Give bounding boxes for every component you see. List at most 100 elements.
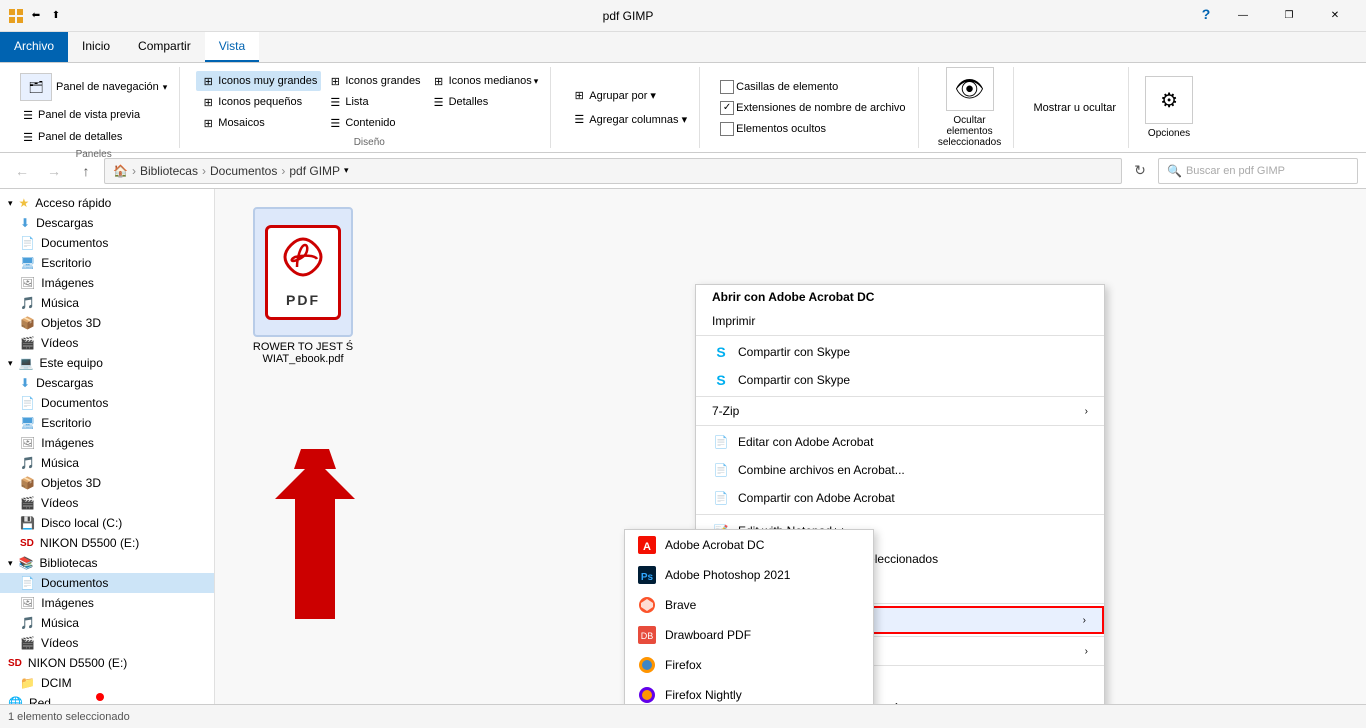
skype2-icon: S bbox=[712, 371, 730, 389]
minimize-btn[interactable]: — bbox=[1220, 0, 1266, 32]
agrupar-por-btn[interactable]: ⊞ Agrupar por ▾ bbox=[567, 86, 691, 106]
tab-archivo[interactable]: Archivo bbox=[0, 32, 68, 62]
submenu-drawboard[interactable]: DB Drawboard PDF bbox=[625, 620, 873, 650]
maximize-btn[interactable]: ❐ bbox=[1266, 0, 1312, 32]
panel-navegacion-btn[interactable]: 🗂 Panel de navegación ▾ bbox=[16, 71, 171, 103]
sidebar-item-docs-pc[interactable]: 📄 Documentos bbox=[0, 393, 214, 413]
agrupar-label: Agrupar por ▾ bbox=[589, 89, 656, 102]
ctx-combine[interactable]: 📄 Combine archivos en Acrobat... bbox=[696, 456, 1104, 484]
breadcrumb-libraries[interactable]: Bibliotecas bbox=[140, 164, 198, 178]
mostrar-ocultar-btn[interactable]: Mostrar u ocultar bbox=[1030, 98, 1121, 118]
ctx-imprimir[interactable]: Imprimir bbox=[696, 309, 1104, 333]
up-btn[interactable]: ↑ bbox=[72, 157, 100, 185]
panel-details-label: Panel de detalles bbox=[38, 131, 122, 143]
detalles-btn[interactable]: ☰ Detalles bbox=[427, 92, 543, 112]
mosaicos-btn[interactable]: ⊞ Mosaicos bbox=[196, 113, 321, 133]
lista-btn[interactable]: ☰ Lista bbox=[323, 92, 424, 112]
search-icon: 🔍 bbox=[1167, 164, 1182, 178]
submenu-firefox-nightly[interactable]: Firefox Nightly bbox=[625, 680, 873, 704]
ctx-sep4 bbox=[696, 514, 1104, 515]
submenu-acrobat-dc[interactable]: A Adobe Acrobat DC bbox=[625, 530, 873, 560]
iconos-pequenos-icon: ⊞ bbox=[200, 94, 216, 110]
brave-label: Brave bbox=[665, 598, 696, 612]
docs-pc-icon: 📄 bbox=[20, 396, 35, 410]
docs-label: Documentos bbox=[41, 236, 108, 250]
refresh-btn[interactable]: ↻ bbox=[1126, 157, 1154, 185]
close-btn[interactable]: ✕ bbox=[1312, 0, 1358, 32]
help-btn[interactable]: ? bbox=[1192, 0, 1220, 28]
photoshop-label: Adobe Photoshop 2021 bbox=[665, 568, 790, 582]
forward-btn[interactable]: → bbox=[40, 157, 68, 185]
submenu-brave[interactable]: Brave bbox=[625, 590, 873, 620]
photoshop-icon: Ps bbox=[637, 565, 657, 585]
iconos-grandes-btn[interactable]: ⊞ Iconos grandes bbox=[323, 71, 424, 91]
address-bar[interactable]: 🏠 › Bibliotecas › Documentos › pdf GIMP … bbox=[104, 158, 1122, 184]
breadcrumb-documents[interactable]: Documentos bbox=[210, 164, 277, 178]
sidebar-item-escritorio-quick[interactable]: 🖥 Escritorio bbox=[0, 253, 214, 273]
tab-compartir[interactable]: Compartir bbox=[124, 32, 205, 62]
abrir-acrobat-label: Abrir con Adobe Acrobat DC bbox=[712, 290, 874, 304]
sidebar-item-network[interactable]: 🌐 Red bbox=[0, 693, 214, 704]
sidebar-item-escritorio-pc[interactable]: 🖥 Escritorio bbox=[0, 413, 214, 433]
submenu-firefox[interactable]: Firefox bbox=[625, 650, 873, 680]
ctx-skype2[interactable]: S Compartir con Skype bbox=[696, 366, 1104, 394]
sidebar-item-images-lib[interactable]: 🖼 Imágenes bbox=[0, 593, 214, 613]
musica-pc-label: Música bbox=[41, 456, 79, 470]
file-item-pdf[interactable]: PDF ROWER TO JEST ŚWIAT_ebook.pdf bbox=[243, 207, 363, 365]
network-icon: 🌐 bbox=[8, 696, 23, 704]
contenido-btn[interactable]: ☰ Contenido bbox=[323, 113, 424, 133]
ctx-skype1[interactable]: S Compartir con Skype bbox=[696, 338, 1104, 366]
sidebar-item-documents-lib[interactable]: 📄 Documentos bbox=[0, 573, 214, 593]
breadcrumb-current[interactable]: pdf GIMP bbox=[289, 164, 340, 178]
pdf-adobe-symbol bbox=[283, 237, 323, 292]
sidebar-item-nikon1[interactable]: SD NIKON D5500 (E:) bbox=[0, 533, 214, 553]
sidebar-item-musica-quick[interactable]: 🎵 Música bbox=[0, 293, 214, 313]
sidebar-item-nikon2[interactable]: SD NIKON D5500 (E:) bbox=[0, 653, 214, 673]
back-btn[interactable]: ← bbox=[8, 157, 36, 185]
sidebar-item-videos-lib[interactable]: 🎬 Vídeos bbox=[0, 633, 214, 653]
quick-access-label: Acceso rápido bbox=[35, 196, 111, 210]
ctx-editar-acrobat[interactable]: 📄 Editar con Adobe Acrobat bbox=[696, 428, 1104, 456]
sidebar-item-musica-pc[interactable]: 🎵 Música bbox=[0, 453, 214, 473]
ctx-abrir-acrobat[interactable]: Abrir con Adobe Acrobat DC bbox=[696, 285, 1104, 309]
ctx-compartir-acrobat[interactable]: 📄 Compartir con Adobe Acrobat bbox=[696, 484, 1104, 512]
opciones-btn[interactable]: ⚙ bbox=[1145, 76, 1193, 124]
sidebar-item-videos-quick[interactable]: 🎬 Vídeos bbox=[0, 333, 214, 353]
compartir-acrobat-icon: 📄 bbox=[712, 489, 730, 507]
conceder-arrow: › bbox=[1085, 646, 1088, 657]
sidebar-item-imagenes-pc[interactable]: 🖼 Imágenes bbox=[0, 433, 214, 453]
tab-inicio[interactable]: Inicio bbox=[68, 32, 124, 62]
sidebar-item-imagenes-quick[interactable]: 🖼 Imágenes bbox=[0, 273, 214, 293]
ctx-7zip[interactable]: 7-Zip › bbox=[696, 399, 1104, 423]
sidebar-item-este-equipo[interactable]: ▾ 💻 Este equipo bbox=[0, 353, 214, 373]
agregar-columnas-btn[interactable]: ☰ Agregar columnas ▾ bbox=[567, 110, 691, 130]
iconos-muy-grandes-btn[interactable]: ⊞ Iconos muy grandes bbox=[196, 71, 321, 91]
elementos-ocultos-btn[interactable]: Elementos ocultos bbox=[716, 120, 909, 138]
ocultar-seleccionados-btn[interactable]: 👁 bbox=[946, 67, 994, 111]
panel-vista-previa-btn[interactable]: ☰ Panel de vista previa bbox=[16, 105, 171, 125]
casillas-btn[interactable]: Casillas de elemento bbox=[716, 78, 909, 96]
sidebar-item-descargas-pc[interactable]: ⬇ Descargas bbox=[0, 373, 214, 393]
tab-vista[interactable]: Vista bbox=[205, 32, 259, 62]
extensiones-label: Extensiones de nombre de archivo bbox=[736, 102, 905, 114]
sidebar-item-bibliotecas[interactable]: ▾ 📚 Bibliotecas bbox=[0, 553, 214, 573]
sidebar-item-music-lib[interactable]: 🎵 Música bbox=[0, 613, 214, 633]
iconos-pequenos-btn[interactable]: ⊞ Iconos pequeños bbox=[196, 92, 321, 112]
sidebar-item-docs-quick[interactable]: 📄 Documentos bbox=[0, 233, 214, 253]
sidebar-item-videos-pc[interactable]: 🎬 Vídeos bbox=[0, 493, 214, 513]
iconos-grandes-icon: ⊞ bbox=[200, 73, 216, 89]
sidebar-item-objetos3d-quick[interactable]: 📦 Objetos 3D bbox=[0, 313, 214, 333]
iconos-medianos-btn[interactable]: ⊞ Iconos medianos ▾ bbox=[427, 71, 543, 91]
extensiones-btn[interactable]: Extensiones de nombre de archivo bbox=[716, 99, 909, 117]
sidebar-item-dcim[interactable]: 📁 DCIM bbox=[0, 673, 214, 693]
sidebar-item-quick-access[interactable]: ▾ ★ Acceso rápido bbox=[0, 193, 214, 213]
panel-detalles-btn[interactable]: ☰ Panel de detalles bbox=[16, 127, 171, 147]
sidebar-item-descargas-quick[interactable]: ⬇ Descargas bbox=[0, 213, 214, 233]
panel-preview-label: Panel de vista previa bbox=[38, 109, 140, 121]
extensiones-checkbox bbox=[720, 101, 734, 115]
search-bar[interactable]: 🔍 Buscar en pdf GIMP bbox=[1158, 158, 1358, 184]
breadcrumb-dropdown[interactable]: ▾ bbox=[344, 165, 349, 176]
submenu-photoshop[interactable]: Ps Adobe Photoshop 2021 bbox=[625, 560, 873, 590]
sidebar-item-local-disk[interactable]: 💾 Disco local (C:) bbox=[0, 513, 214, 533]
sidebar-item-objetos3d-pc[interactable]: 📦 Objetos 3D bbox=[0, 473, 214, 493]
